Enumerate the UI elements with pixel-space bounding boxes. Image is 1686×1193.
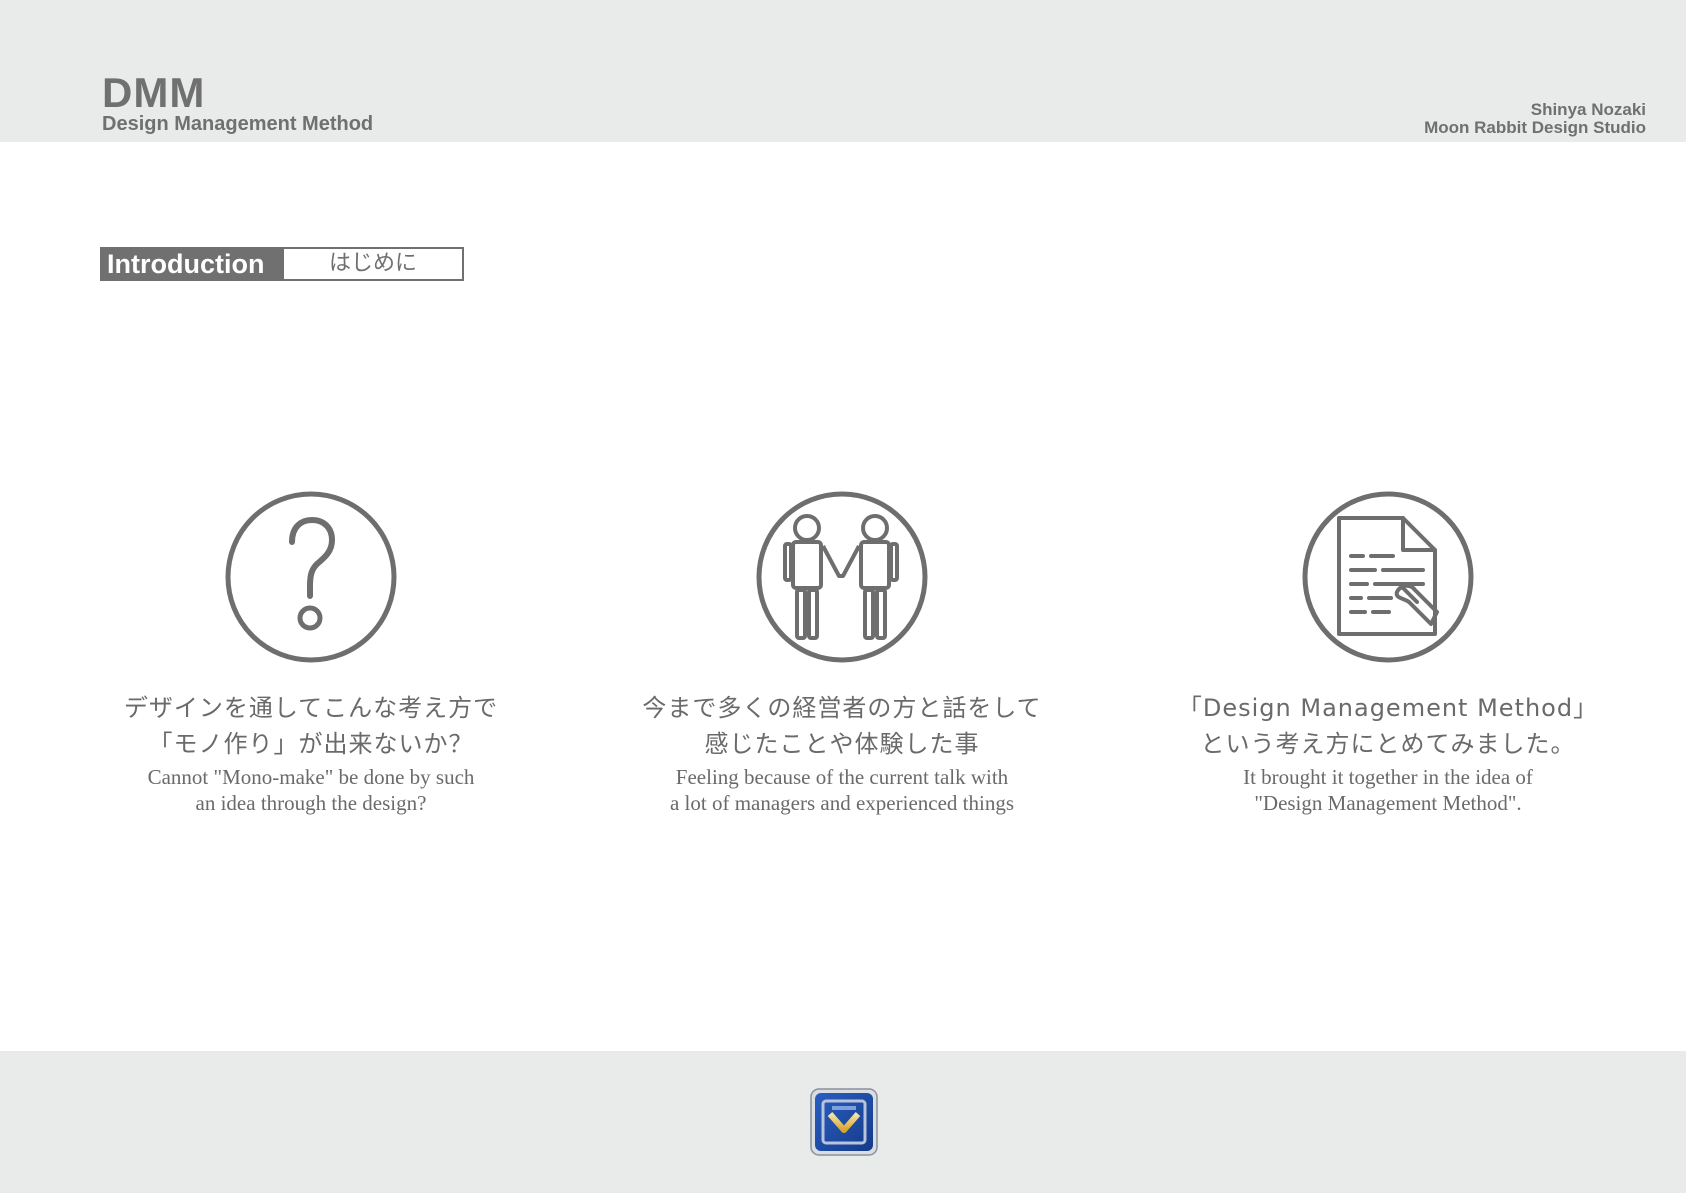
intro-column-2: 今まで多くの経営者の方と話をして 感じたことや体験した事 Feeling bec… [592,490,1092,816]
column-3-en-line-1: It brought it together in the idea of [1243,765,1533,789]
column-1-en-line-2: an idea through the design? [195,791,427,815]
author-name: Shinya Nozaki [1530,100,1646,119]
studio-logo-icon [810,1088,878,1156]
section-label-en: Introduction [102,249,284,279]
column-1-jp-line-1: デザインを通してこんな考え方で [123,694,499,722]
column-2-en-line-2: a lot of managers and experienced things [669,791,1015,815]
column-2-en: Feeling because of the current talk with… [592,764,1092,816]
column-1-jp: デザインを通してこんな考え方で 「モノ作り」が出来ないか？ [61,690,561,762]
column-1-jp-line-2: 「モノ作り」が出来ないか？ [148,730,474,758]
intro-column-1: デザインを通してこんな考え方で 「モノ作り」が出来ないか？ Cannot "Mo… [61,490,561,816]
brand-title: DMM [102,69,206,116]
column-2-jp-line-1: 今まで多くの経営者の方と話をして [642,694,1042,722]
author-block: Shinya Nozaki Moon Rabbit Design Studio [1424,101,1646,137]
question-mark-icon [225,491,397,663]
column-3-jp-line-2: という考え方にとめてみました。 [1200,730,1576,758]
section-label-ja: はじめに [328,251,417,276]
two-people-icon [756,491,928,663]
column-3-jp-line-1: 「Design Management Method」 [1177,694,1599,722]
section-label: Introduction はじめに [100,247,464,281]
column-2-en-line-1: Feeling because of the current talk with [675,765,1009,789]
column-3-jp: 「Design Management Method」 という考え方にとめてみまし… [1138,690,1638,762]
column-3-en-line-2: "Design Management Method". [1254,791,1522,815]
document-pen-icon [1302,491,1474,663]
column-2-jp: 今まで多くの経営者の方と話をして 感じたことや体験した事 [592,690,1092,762]
column-1-en: Cannot "Mono-make" be done by such an id… [61,764,561,816]
intro-column-3: 「Design Management Method」 という考え方にとめてみまし… [1138,490,1638,816]
author-studio: Moon Rabbit Design Studio [1424,118,1646,137]
column-3-en: It brought it together in the idea of "D… [1138,764,1638,816]
column-2-jp-line-2: 感じたことや体験した事 [704,730,980,758]
brand-subtitle: Design Management Method [102,113,374,135]
column-1-en-line-1: Cannot "Mono-make" be done by such [147,765,475,789]
